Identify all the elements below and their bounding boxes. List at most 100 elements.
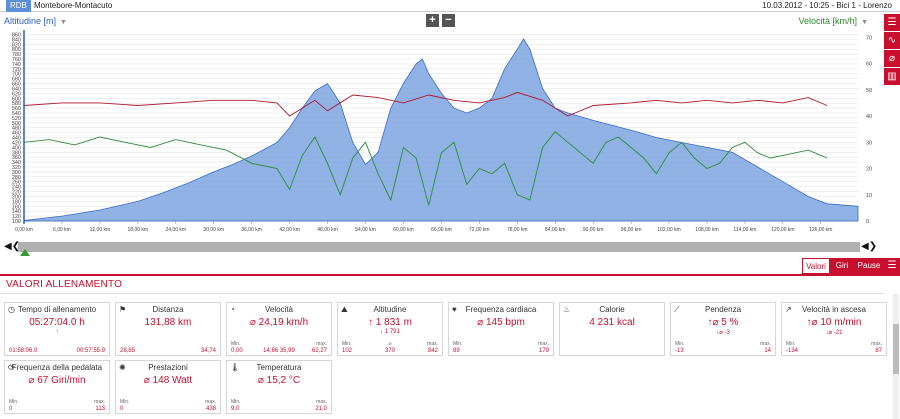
timeline-marker[interactable] — [20, 249, 30, 256]
min-label: Min. — [231, 341, 241, 347]
timeline-track[interactable] — [18, 242, 860, 252]
right-axis-ticks: 0 10 20 30 40 50 60 70 — [866, 35, 872, 225]
right-tick-label: 10 — [866, 193, 872, 199]
min-label: Min. — [453, 341, 463, 347]
max-label: max. — [871, 341, 882, 347]
min-label: Min. — [120, 399, 130, 405]
max-value: 34,74 — [200, 348, 216, 354]
min-value: 01:58:06.0 — [9, 348, 38, 354]
stat-value: ⌀ 24,19 km/h — [249, 317, 309, 328]
scroll-right-arrow[interactable]: ◀❯ — [861, 241, 877, 252]
max-value: 62,27 — [311, 348, 327, 354]
x-tick-label: 108,00 km — [695, 227, 718, 233]
stat-value: ⌀ 15,2 °C — [257, 375, 301, 386]
stat-value: 05:27:04.0 h — [29, 317, 85, 328]
route-name: Montebore-Montacuto — [34, 1, 113, 10]
stat-value: ⌀ 145 bpm — [477, 317, 525, 328]
stat-card[interactable]: ◔ Velocità ⌀ 24,19 km/h Min. max. 0,00 14,66 3… — [226, 302, 332, 356]
max-value: 842 — [427, 348, 438, 354]
divider — [0, 293, 884, 294]
stat-card[interactable]: ⛰ Altitudine ↑ 1 831 m ↓ 1 791 Min. ⌀ max. 102 3… — [337, 302, 443, 356]
session-meta: 10.03.2012 - 10:25 - Bici 1 - Lorenzo — [762, 1, 892, 10]
max-value: 00:57:55.9 — [76, 348, 105, 354]
tab-giri[interactable]: Giri — [830, 258, 854, 274]
min-value: 0 — [120, 406, 124, 412]
right-tick-label: 30 — [866, 140, 872, 146]
x-tick-label: 6,00 km — [53, 227, 71, 233]
zoom-out-button[interactable]: − — [442, 14, 455, 27]
max-label: max. — [316, 399, 327, 405]
stat-card[interactable]: ♥ Frequenza cardiaca ⌀ 145 bpm Min. max. 89 17… — [448, 302, 554, 356]
stat-title: Calorie — [599, 305, 625, 314]
max-label: max. — [94, 399, 105, 405]
chevron-down-icon: ▼ — [861, 19, 868, 26]
divider — [0, 274, 900, 276]
line-chart-icon[interactable]: ∿ — [884, 32, 900, 49]
max-value: 21,0 — [315, 406, 327, 412]
stat-card[interactable]: ⚑ Distanza 131,88 km 28,85 34,74 — [115, 302, 221, 356]
stat-title: Pendenza — [704, 305, 742, 314]
min-value: 89 — [453, 348, 460, 354]
right-axis-selector[interactable]: Velocità [km/h] ▼ — [799, 14, 868, 28]
tab-pause[interactable]: Pause — [854, 258, 884, 274]
stat-title: Prestazioni — [148, 363, 188, 372]
min-label: Min. — [231, 399, 241, 405]
stat-card[interactable]: ♨ Calorie 4 231 kcal — [559, 302, 665, 356]
left-axis-selector[interactable]: Altitudine [m] ▼ — [4, 14, 67, 28]
min-value: 0 — [9, 406, 13, 412]
training-chart[interactable]: 1001201401601802002202402602803003203403… — [0, 28, 884, 240]
stat-sub: ↓⌀ -21 — [825, 330, 843, 336]
x-tick-label: 66,00 km — [431, 227, 452, 233]
stat-card[interactable]: ◷ Tempo di allenamento 05:27:04.0 h ↑ 01:58:… — [4, 302, 110, 356]
diameter-icon[interactable]: ⌀ — [884, 50, 900, 67]
max-label: max. — [316, 341, 327, 347]
min-label: Min. — [786, 341, 796, 347]
stat-sub: ↑ — [55, 329, 59, 335]
list-icon[interactable]: ☰ — [884, 258, 900, 274]
x-tick-label: 0,00 km — [15, 227, 33, 233]
chevron-down-icon: ▼ — [60, 19, 67, 26]
right-tick-label: 40 — [866, 114, 872, 120]
max-value: 87 — [875, 348, 882, 354]
x-tick-label: 102,00 km — [657, 227, 680, 233]
right-tick-label: 50 — [866, 88, 872, 94]
x-tick-label: 120,00 km — [771, 227, 794, 233]
max-label: max. — [427, 341, 438, 347]
stat-title: Temperatura — [256, 363, 302, 372]
stat-title: Velocità in ascesa — [801, 305, 867, 314]
stat-sub: ↓⌀ -3 — [716, 330, 730, 336]
zoom-in-button[interactable]: + — [426, 14, 439, 27]
x-tick-label: 42,00 km — [279, 227, 300, 233]
stat-value: ⌀ 148 Watt — [143, 375, 193, 386]
max-label: max. — [205, 399, 216, 405]
stat-card[interactable]: ⟳ Frequenza della pedalata ⌀ 67 Giri/min Mi… — [4, 360, 110, 414]
max-value: 179 — [538, 348, 549, 354]
altitude-area — [23, 38, 859, 222]
right-tick-label: 70 — [866, 35, 872, 41]
max-value: 14 — [764, 348, 771, 354]
stat-title: Tempo di allenamento — [17, 305, 97, 314]
stat-card[interactable]: ✺ Prestazioni ⌀ 148 Watt Min. max. 0 438 — [115, 360, 221, 414]
stat-card[interactable]: ⟋ Pendenza ↑⌀ 5 % ↓⌀ -3 Min. max. -13 14 — [670, 302, 776, 356]
stat-card[interactable]: ↗ Velocità in ascesa ↑⌀ 10 m/min ↓⌀ -21 Min.… — [781, 302, 887, 356]
max-label: max. — [538, 341, 549, 347]
app-badge[interactable]: RDB — [6, 0, 31, 12]
bar-chart-icon[interactable]: ▥ — [884, 68, 900, 85]
x-tick-label: 30,00 km — [203, 227, 224, 233]
stat-title: Frequenza cardiaca — [465, 305, 537, 314]
x-tick-label: 36,00 km — [241, 227, 262, 233]
top-bar: RDB Montebore-Montacuto 10.03.2012 - 10:… — [0, 0, 900, 12]
stat-card[interactable]: 🌡 Temperatura ⌀ 15,2 °C Min. max. 9,0 21,0 — [226, 360, 332, 414]
x-axis-ticks: 0,00 km 6,00 km 12,00 km 18,00 km 24,00 km 30… — [15, 221, 832, 233]
left-tick-label: 860 — [12, 32, 21, 38]
tab-valori[interactable]: Valori — [802, 258, 830, 274]
x-tick-label: 60,00 km — [393, 227, 414, 233]
x-tick-label: 84,00 km — [545, 227, 566, 233]
min-value: -13 — [675, 348, 684, 354]
stat-title: Altitudine — [373, 305, 407, 314]
list-icon[interactable]: ☰ — [884, 14, 900, 31]
max-value: 113 — [95, 406, 105, 412]
vertical-scrollbar[interactable] — [893, 294, 899, 419]
stat-title: Velocità — [264, 305, 294, 314]
stat-value: ⌀ 67 Giri/min — [28, 375, 86, 386]
